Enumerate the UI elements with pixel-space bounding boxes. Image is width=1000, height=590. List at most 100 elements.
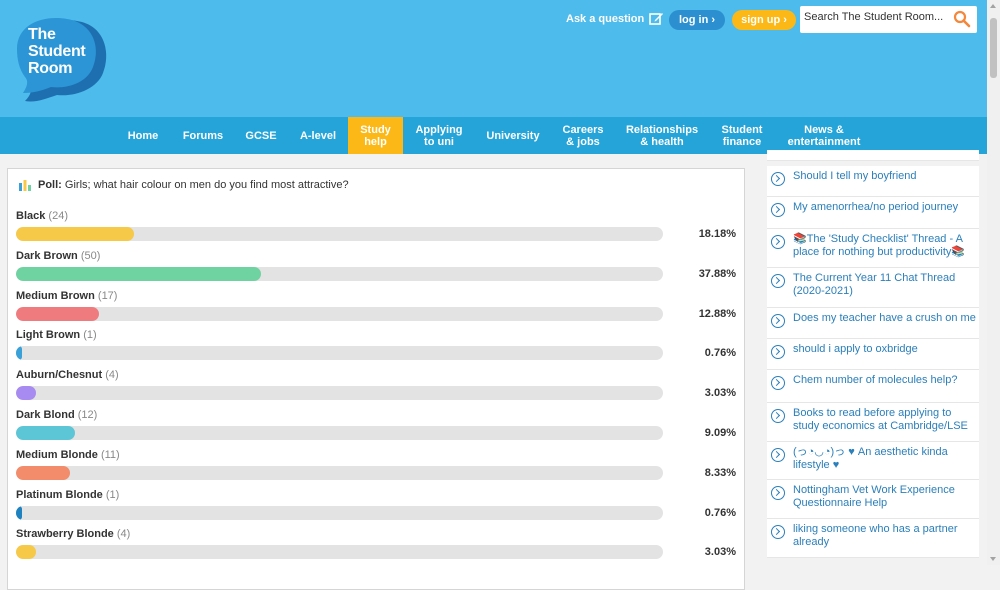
poll-option-percent: 8.33% bbox=[704, 466, 736, 479]
poll-bar-track bbox=[16, 227, 663, 241]
thread-link[interactable]: Does my teacher have a crush on me bbox=[793, 312, 977, 325]
chevron-right-circle-icon bbox=[771, 314, 785, 328]
poll-option-label: Medium Blonde (11) bbox=[16, 449, 120, 461]
thread-link[interactable]: The Current Year 11 Chat Thread (2020-20… bbox=[793, 272, 977, 298]
list-item[interactable]: Does my teacher have a crush on me bbox=[767, 308, 979, 339]
search-icon[interactable] bbox=[953, 10, 971, 28]
nav-gcse[interactable]: GCSE bbox=[243, 117, 279, 154]
site-header: The Student Room Ask a question log in ›… bbox=[0, 0, 987, 117]
list-item[interactable]: should i apply to oxbridge bbox=[767, 339, 979, 370]
poll-option-count: (1) bbox=[83, 329, 97, 342]
poll-option-name: Black bbox=[16, 210, 46, 222]
nav-university[interactable]: University bbox=[482, 117, 544, 154]
poll-option-count: (4) bbox=[105, 369, 119, 382]
list-item[interactable]: 📚The 'Study Checklist' Thread - A place … bbox=[767, 229, 979, 268]
login-button[interactable]: log in › bbox=[669, 10, 725, 30]
nav-relationships-health[interactable]: Relationships & health bbox=[622, 117, 702, 154]
poll-question: Girls; what hair colour on men do you fi… bbox=[64, 179, 349, 191]
scroll-thumb[interactable] bbox=[990, 18, 997, 78]
list-item[interactable]: My amenorrhea/no period journey bbox=[767, 197, 979, 229]
poll-option-count: (24) bbox=[48, 210, 68, 222]
poll-option-percent: 0.76% bbox=[704, 506, 736, 519]
scroll-up-icon[interactable] bbox=[990, 4, 996, 8]
poll-option-label: Dark Blond (12) bbox=[16, 409, 97, 421]
nav-news-entertainment[interactable]: News & entertainment bbox=[782, 117, 866, 154]
signup-button[interactable]: sign up › bbox=[732, 10, 796, 30]
nav-student-finance[interactable]: Student finance bbox=[714, 117, 770, 154]
poll-bar-track bbox=[16, 545, 663, 560]
search-input[interactable] bbox=[804, 11, 949, 23]
poll-bar-track bbox=[16, 386, 663, 401]
poll-option-name: Platinum Blonde bbox=[16, 488, 103, 501]
poll-bar-fill bbox=[16, 465, 70, 480]
chevron-right-circle-icon bbox=[771, 486, 785, 500]
logo-line-1: The bbox=[28, 26, 56, 43]
poll-option-label: Strawberry Blonde (4) bbox=[16, 528, 130, 540]
thread-link[interactable]: 📚The 'Study Checklist' Thread - A place … bbox=[793, 233, 977, 259]
poll-header: Poll: Girls; what hair colour on men do … bbox=[18, 179, 349, 191]
list-item[interactable]: Nottingham Vet Work Experience Questionn… bbox=[767, 480, 979, 519]
nav-a-level[interactable]: A-level bbox=[294, 117, 342, 154]
poll-option-percent: 12.88% bbox=[698, 307, 736, 320]
thread-link[interactable]: Should I tell my boyfriend bbox=[793, 170, 977, 183]
thread-link[interactable]: My amenorrhea/no period journey bbox=[793, 201, 977, 214]
poll-bar-fill bbox=[16, 266, 262, 281]
logo-text[interactable]: The Student Room bbox=[28, 26, 86, 77]
list-item[interactable]: (っ◔◡◔)っ ♥ An aesthetic kinda lifestyle ♥ bbox=[767, 442, 979, 480]
poll-option-name: Medium Brown bbox=[16, 289, 95, 302]
page-scrollbar[interactable] bbox=[987, 0, 1000, 565]
chevron-right-circle-icon bbox=[771, 235, 785, 249]
thread-link[interactable]: Nottingham Vet Work Experience Questionn… bbox=[793, 484, 977, 510]
list-item[interactable]: Chem number of molecules help? bbox=[767, 370, 979, 403]
thread-link[interactable]: (っ◔◡◔)っ ♥ An aesthetic kinda lifestyle ♥ bbox=[793, 446, 977, 472]
poll-option-percent: 9.09% bbox=[704, 427, 736, 439]
related-threads: Should I tell my boyfriend My amenorrhea/… bbox=[760, 150, 987, 565]
scroll-down-icon[interactable] bbox=[990, 557, 996, 561]
poll-option-count: (11) bbox=[100, 448, 120, 461]
chevron-right-circle-icon bbox=[771, 448, 785, 462]
list-item[interactable] bbox=[767, 150, 979, 161]
main-nav: Home Forums GCSE A-level Study help Apply… bbox=[0, 117, 987, 154]
poll-option-percent: 37.88% bbox=[698, 267, 736, 280]
list-item[interactable]: The Current Year 11 Chat Thread (2020-20… bbox=[767, 268, 979, 308]
poll-option-label: Medium Brown (17) bbox=[16, 290, 117, 302]
chevron-right-circle-icon bbox=[771, 409, 785, 423]
poll-option-percent: 3.03% bbox=[704, 546, 736, 559]
poll-option-label: Platinum Blonde (1) bbox=[16, 489, 119, 501]
ask-question-link[interactable]: Ask a question bbox=[566, 12, 664, 26]
thread-link[interactable]: Books to read before applying to study e… bbox=[793, 407, 977, 433]
poll-bar-fill bbox=[16, 386, 36, 401]
nav-forums[interactable]: Forums bbox=[178, 117, 228, 154]
thread-link[interactable]: Chem number of molecules help? bbox=[793, 374, 977, 387]
chevron-right-circle-icon bbox=[771, 203, 785, 217]
poll-option-label: Auburn/Chesnut (4) bbox=[16, 369, 119, 381]
list-item[interactable]: liking someone who has a partner already bbox=[767, 519, 979, 558]
poll-option-name: Strawberry Blonde bbox=[16, 528, 114, 541]
chevron-right-circle-icon bbox=[771, 274, 785, 288]
nav-home[interactable]: Home bbox=[122, 117, 164, 154]
thread-link[interactable]: liking someone who has a partner already bbox=[793, 523, 977, 549]
list-item[interactable]: Books to read before applying to study e… bbox=[767, 403, 979, 442]
poll-bar-track bbox=[16, 266, 663, 281]
nav-applying-to-uni[interactable]: Applying to uni bbox=[410, 117, 468, 154]
poll-option-name: Dark Blond bbox=[16, 409, 75, 421]
logo-line-3: Room bbox=[28, 60, 73, 77]
chevron-right-circle-icon bbox=[771, 172, 785, 186]
poll-panel: Poll: Girls; what hair colour on men do … bbox=[7, 168, 745, 590]
poll-bar-track bbox=[16, 306, 663, 321]
poll-option-percent: 0.76% bbox=[704, 347, 736, 360]
poll-bar-fill bbox=[16, 227, 134, 241]
nav-careers-jobs[interactable]: Careers & jobs bbox=[558, 117, 608, 154]
list-item[interactable]: Should I tell my boyfriend bbox=[767, 166, 979, 197]
poll-bar-track bbox=[16, 465, 663, 480]
poll-option-count: (1) bbox=[105, 488, 120, 501]
bar-chart-icon bbox=[19, 180, 31, 191]
ask-question-label: Ask a question bbox=[566, 13, 645, 25]
poll-bar-fill bbox=[16, 306, 100, 321]
thread-link[interactable]: should i apply to oxbridge bbox=[793, 343, 977, 356]
edit-icon bbox=[649, 13, 664, 25]
poll-option-label: Light Brown (1) bbox=[16, 329, 97, 341]
chevron-right-circle-icon bbox=[771, 376, 785, 390]
nav-study-help[interactable]: Study help bbox=[348, 117, 403, 154]
chevron-right-circle-icon bbox=[771, 345, 785, 359]
